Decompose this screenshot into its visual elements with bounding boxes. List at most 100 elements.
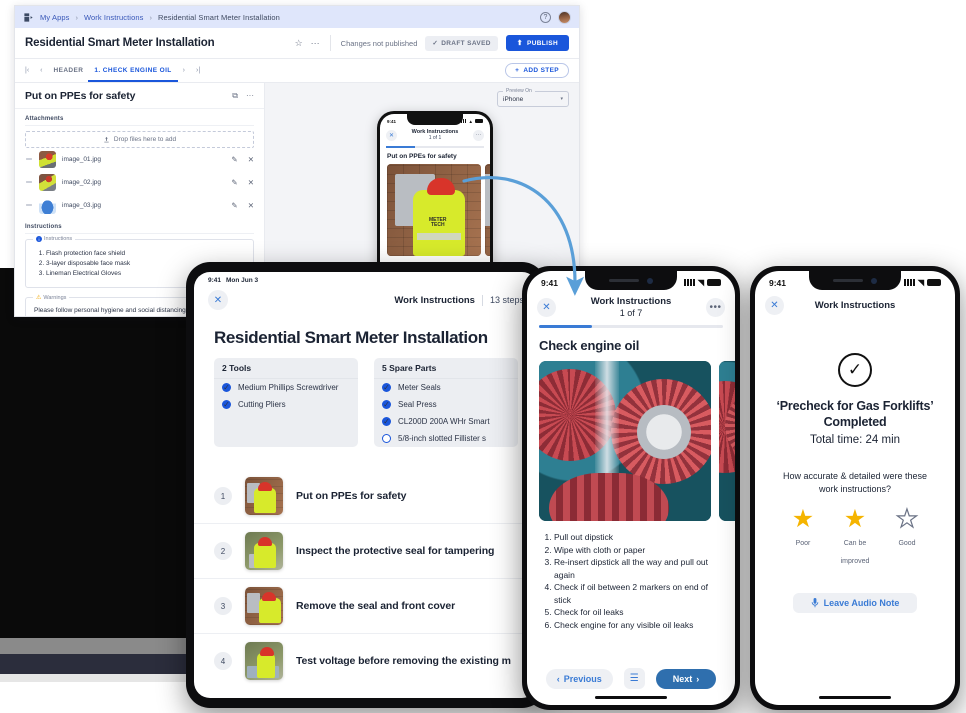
last-step-icon[interactable]: ›|: [196, 67, 200, 74]
step-list-item[interactable]: 4 Test voltage before removing the exist…: [194, 633, 538, 688]
divider: [481, 294, 483, 306]
edit-icon[interactable]: ✎: [231, 155, 237, 164]
more-icon[interactable]: ···: [473, 129, 484, 141]
star-icon[interactable]: ★: [792, 505, 814, 533]
avatar[interactable]: [558, 10, 571, 24]
publish-button[interactable]: ⬆ PUBLISH: [505, 35, 569, 51]
help-icon[interactable]: ?: [540, 11, 551, 23]
drag-handle-icon[interactable]: ＝: [25, 200, 33, 211]
tab-header[interactable]: HEADER: [54, 67, 84, 74]
step-title: Check engine oil: [539, 338, 640, 353]
first-step-icon[interactable]: |‹: [25, 67, 29, 74]
rating-option-good[interactable]: ★ Good: [889, 505, 925, 568]
favorite-star-icon[interactable]: ☆: [295, 38, 303, 48]
plus-icon: +: [515, 67, 520, 74]
star-icon[interactable]: ★: [844, 505, 866, 533]
check-icon[interactable]: ✓: [222, 400, 231, 409]
close-icon[interactable]: ✕: [765, 296, 784, 315]
wifi-icon: ◥: [917, 277, 924, 287]
camera-icon: [871, 277, 877, 284]
copy-icon[interactable]: ⧉: [232, 91, 238, 101]
step-thumbnail: [245, 532, 283, 570]
step-more-icon[interactable]: ···: [246, 91, 254, 101]
leave-audio-note-button[interactable]: Leave Audio Note: [793, 592, 917, 613]
attachment-row[interactable]: ＝ image_02.jpg ✎ ✕: [15, 171, 264, 194]
preview-select-value: iPhone: [503, 95, 524, 103]
drag-handle-icon[interactable]: ＝: [25, 154, 33, 165]
preview-device-select[interactable]: Preview On iPhone ▾: [497, 88, 569, 107]
prev-step-icon[interactable]: ‹: [40, 67, 42, 74]
part-label: Meter Seals: [398, 383, 441, 392]
check-icon[interactable]: ✓: [382, 417, 391, 426]
close-icon[interactable]: ✕: [537, 297, 556, 317]
gears-photo-2: [719, 361, 735, 521]
attachment-row[interactable]: ＝ image_03.jpg ✎ ✕: [15, 194, 264, 217]
instruction-item: Check if oil between 2 markers on end of…: [554, 581, 721, 606]
file-dropzone[interactable]: Drop files here to add: [25, 131, 254, 148]
next-step-icon[interactable]: ›: [183, 67, 185, 74]
photo-label-line2: TECH: [430, 222, 445, 228]
divider: [329, 35, 331, 51]
worker-meter-photo: METER TECH: [387, 164, 481, 256]
part-row[interactable]: 5/8-inch slotted Fillister s: [374, 430, 518, 447]
dropzone-text: Drop files here to add: [113, 136, 177, 143]
add-step-button[interactable]: + ADD STEP: [505, 63, 569, 78]
upload-icon: [104, 136, 109, 143]
check-icon[interactable]: ✓: [382, 383, 391, 392]
unchecked-icon[interactable]: [382, 434, 391, 443]
app-grid-icon[interactable]: [23, 12, 34, 23]
image-carousel[interactable]: [527, 361, 735, 521]
tool-row[interactable]: ✓ Cutting Pliers: [214, 396, 358, 413]
instruction-item: Flash protection face shield: [46, 249, 245, 259]
rating-option-can-be-improved[interactable]: ★ Can be improved: [837, 505, 873, 568]
camera-icon: [647, 277, 653, 284]
ipad-device: 9:41 Mon Jun 3 ✕ Work Instructions 13 st…: [186, 262, 546, 708]
star-outline-icon[interactable]: ★: [895, 505, 919, 533]
part-row[interactable]: ✓ Seal Press: [374, 396, 518, 413]
draft-saved-button[interactable]: ✓ DRAFT SAVED: [425, 35, 498, 51]
step-label: Test voltage before removing the existin…: [296, 655, 511, 667]
nav-title: Work Instructions: [590, 296, 672, 307]
step-list-item[interactable]: 1 Put on PPEs for safety: [194, 469, 538, 523]
part-row[interactable]: ✓ Meter Seals: [374, 379, 518, 396]
info-icon: i: [36, 236, 42, 242]
attachment-row[interactable]: ＝ image_01.jpg ✎ ✕: [15, 148, 264, 171]
tool-row[interactable]: ✓ Medium Phillips Screwdriver: [214, 379, 358, 396]
publish-status-text: Changes not published: [340, 38, 418, 48]
more-options-icon[interactable]: ···: [311, 38, 320, 48]
check-icon[interactable]: ✓: [382, 400, 391, 409]
success-check-icon: ✓: [838, 353, 872, 387]
iphone-right-device: 9:41 ◥ ✕ Work Instructions ✓ ‘Precheck f…: [750, 266, 960, 710]
step-list-item[interactable]: 2 Inspect the protective seal for tamper…: [194, 523, 538, 578]
check-icon[interactable]: ✓: [222, 383, 231, 392]
drag-handle-icon[interactable]: ＝: [25, 177, 33, 188]
phone-notch: [809, 271, 901, 290]
chevron-right-icon: ›: [696, 673, 700, 684]
next-button[interactable]: Next ›: [655, 668, 717, 689]
instruction-list: Pull out dipstick Wipe with cloth or pap…: [527, 521, 735, 632]
close-icon[interactable]: ✕: [386, 129, 397, 141]
wifi-icon: ◥: [697, 277, 704, 287]
warnings-legend-text: Warnings: [43, 294, 67, 301]
previous-button[interactable]: ‹ Previous: [545, 668, 613, 689]
breadcrumb-actions: ?: [540, 10, 571, 24]
phone-notch: [585, 271, 677, 290]
edit-icon[interactable]: ✎: [231, 201, 237, 210]
step-list-item[interactable]: 3 Remove the seal and front cover: [194, 578, 538, 633]
rating-option-poor[interactable]: ★ Poor: [785, 505, 821, 568]
iphone-center-screen: 9:41 ◥ ✕ Work Instructions 1 of 7 ••• Ch…: [527, 271, 735, 705]
edit-icon[interactable]: ✎: [231, 178, 237, 187]
delete-icon[interactable]: ✕: [248, 178, 254, 187]
publish-label: PUBLISH: [527, 39, 558, 47]
step-list-icon[interactable]: ☰: [623, 668, 645, 689]
close-icon[interactable]: ✕: [208, 290, 228, 310]
tab-check-engine-oil[interactable]: 1. CHECK ENGINE OIL: [88, 67, 179, 82]
part-row[interactable]: ✓ CL200D 200A WHr Smart: [374, 413, 518, 430]
breadcrumb-item-work-instructions[interactable]: Work Instructions: [84, 13, 144, 22]
step-header: Put on PPEs for safety ⧉ ···: [15, 83, 264, 109]
delete-icon[interactable]: ✕: [248, 201, 254, 210]
more-icon[interactable]: •••: [706, 297, 725, 317]
delete-icon[interactable]: ✕: [248, 155, 254, 164]
title-actions: ☆ ··· Changes not published ✓ DRAFT SAVE…: [295, 35, 569, 51]
breadcrumb-item-my-apps[interactable]: My Apps: [40, 13, 69, 22]
